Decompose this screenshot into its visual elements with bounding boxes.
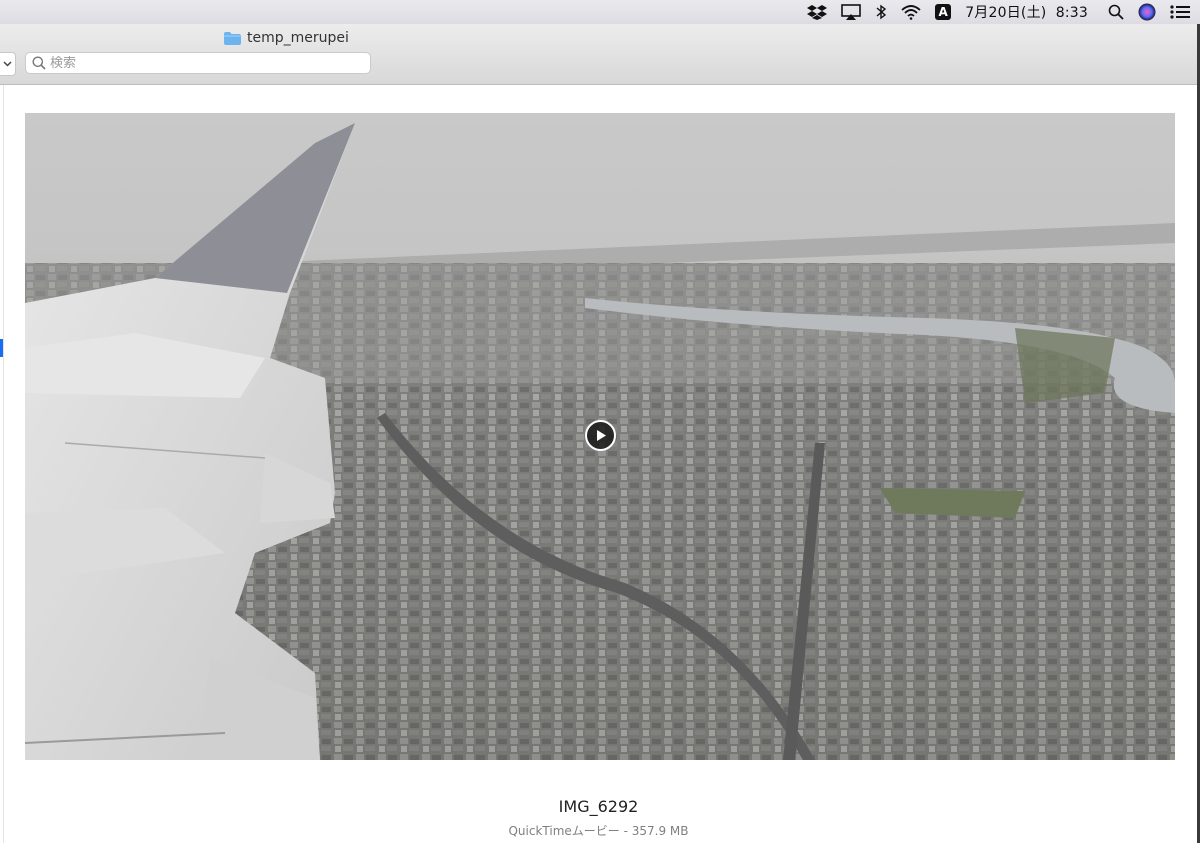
siri-icon[interactable] <box>1138 0 1156 24</box>
chevron-down-icon <box>3 61 12 67</box>
file-info: QuickTimeムービー - 357.9 MB <box>508 824 689 838</box>
video-thumbnail[interactable] <box>25 113 1175 760</box>
search-input[interactable] <box>50 55 350 71</box>
wifi-icon[interactable] <box>901 0 921 24</box>
divider <box>3 85 4 843</box>
menu-bar: A 7月20日(土) 8:33 <box>0 0 1200 24</box>
magnifier-icon <box>32 56 46 70</box>
folder-icon <box>224 31 241 45</box>
notification-center-icon[interactable] <box>1170 0 1190 24</box>
preview-pane: IMG_6292 QuickTimeムービー - 357.9 MB <box>0 85 1197 843</box>
menubar-clock[interactable]: 7月20日(土) 8:33 <box>965 0 1088 24</box>
search-field[interactable] <box>25 52 371 74</box>
bluetooth-icon[interactable] <box>875 0 887 24</box>
airplay-icon[interactable] <box>841 0 862 24</box>
play-icon <box>596 430 606 441</box>
window-title: temp_merupei <box>224 28 349 48</box>
search-icon[interactable] <box>1108 0 1124 24</box>
input-method-icon[interactable]: A <box>935 0 952 24</box>
title-bar: temp_merupei <box>0 24 1197 85</box>
play-button[interactable] <box>585 420 616 451</box>
dropbox-icon[interactable] <box>807 0 828 24</box>
finder-window: temp_merupei 検索 IMG_6292 QuickTimeムービー -… <box>0 24 1197 843</box>
view-options-dropdown[interactable] <box>0 52 16 76</box>
selection-indicator <box>0 339 3 357</box>
input-method-label: A <box>935 4 952 20</box>
file-name: IMG_6292 <box>558 797 639 816</box>
window-title-text: temp_merupei <box>247 30 349 46</box>
